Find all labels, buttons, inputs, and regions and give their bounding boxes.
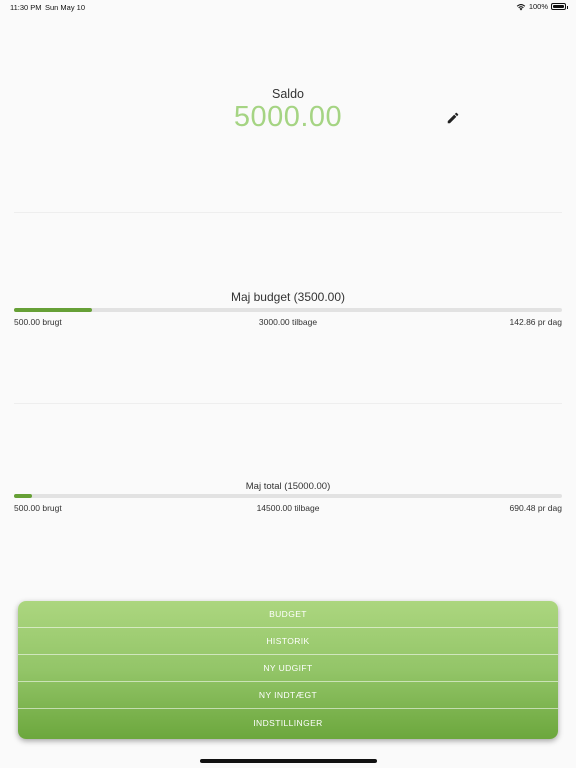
monthly-budget-progress	[14, 308, 562, 312]
divider	[14, 403, 562, 404]
balance-label: Saldo	[272, 87, 304, 101]
status-date: Sun May 10	[45, 3, 86, 12]
monthly-total-remaining: 14500.00 tilbage	[256, 503, 320, 513]
monthly-total-title: Maj total (15000.00)	[245, 481, 331, 492]
home-indicator[interactable]	[200, 759, 377, 763]
monthly-total-section: Maj total (15000.00) 500.00 brugt 14500.…	[14, 481, 562, 515]
balance-value: 5000.00	[233, 101, 343, 133]
monthly-total-per-day: 690.48 pr dag	[509, 503, 562, 513]
monthly-budget-progress-fill	[14, 308, 93, 312]
wifi-icon	[516, 3, 526, 10]
menu-item-budget[interactable]: BUDGET	[18, 601, 558, 628]
monthly-budget-per-day: 142.86 pr dag	[509, 317, 562, 327]
status-bar: 11:30 PM Sun May 10 100%	[0, 0, 576, 14]
battery-icon	[551, 3, 568, 10]
menu-item-new-expense[interactable]: NY UDGIFT	[18, 655, 558, 682]
status-time: 11:30 PM	[10, 3, 42, 12]
monthly-budget-remaining: 3000.00 tilbage	[258, 317, 318, 327]
pencil-icon[interactable]	[446, 111, 460, 125]
battery-percent: 100%	[528, 2, 548, 11]
monthly-total-progress	[14, 494, 562, 498]
divider	[14, 212, 562, 213]
menu-item-new-income[interactable]: NY INDTÆGT	[18, 682, 558, 709]
status-indicators: 100%	[516, 2, 568, 11]
monthly-budget-stats: 500.00 brugt 3000.00 tilbage 142.86 pr d…	[14, 317, 562, 329]
monthly-total-stats: 500.00 brugt 14500.00 tilbage 690.48 pr …	[14, 503, 562, 515]
monthly-total-progress-fill	[14, 494, 33, 498]
main-menu: BUDGET HISTORIK NY UDGIFT NY INDTÆGT IND…	[18, 601, 558, 739]
menu-item-history[interactable]: HISTORIK	[18, 628, 558, 655]
menu-item-settings[interactable]: INDSTILLINGER	[18, 709, 558, 739]
monthly-budget-section: Maj budget (3500.00) 500.00 brugt 3000.0…	[14, 290, 562, 329]
monthly-budget-title: Maj budget (3500.00)	[230, 290, 346, 304]
